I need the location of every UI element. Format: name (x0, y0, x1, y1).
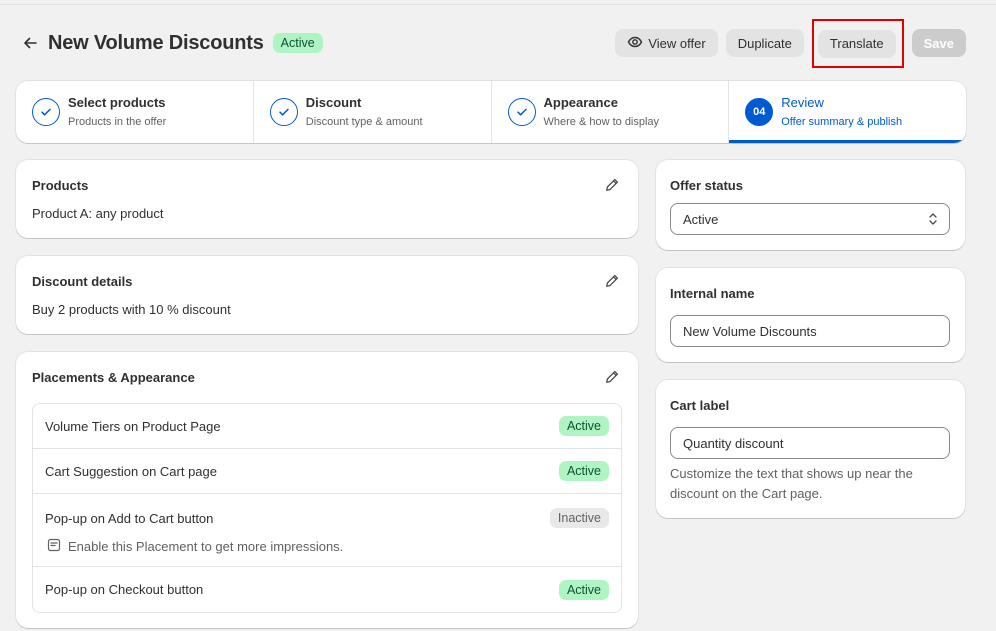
edit-pencil-icon[interactable] (604, 177, 620, 193)
products-card: Products Product A: any product (16, 160, 638, 238)
placement-name: Pop-up on Add to Cart button (45, 510, 214, 526)
progress-stepper: Select products Products in the offer Di… (16, 81, 966, 143)
status-badge: Active (272, 33, 323, 53)
internal-name-input[interactable]: New Volume Discounts (670, 315, 950, 347)
hint-text: Enable this Placement to get more impres… (68, 539, 344, 554)
placement-name: Cart Suggestion on Cart page (45, 463, 217, 479)
back-arrow-icon[interactable] (20, 33, 40, 53)
edit-pencil-icon[interactable] (604, 369, 620, 385)
status-badge: Active (558, 461, 609, 481)
eye-icon (627, 34, 643, 53)
discount-summary: Buy 2 products with 10 % discount (32, 302, 231, 317)
internal-name-card: Internal name New Volume Discounts (656, 268, 965, 362)
card-title: Offer status (670, 178, 743, 193)
input-value: Quantity discount (683, 435, 784, 451)
step-title: Appearance (543, 95, 618, 110)
step-number: 04 (745, 98, 774, 126)
top-divider (0, 0, 996, 5)
step-subtitle: Discount type & amount (305, 116, 423, 128)
offer-status-select[interactable]: Active (670, 203, 950, 235)
card-title: Internal name (670, 286, 755, 301)
status-badge: Inactive (549, 508, 609, 528)
check-circle-icon (269, 98, 298, 126)
step-appearance[interactable]: Appearance Where & how to display (492, 81, 730, 143)
placement-name: Volume Tiers on Product Page (45, 418, 221, 434)
view-offer-label: View offer (648, 35, 706, 51)
translate-highlight: Translate (811, 18, 904, 68)
status-badge: Active (558, 579, 609, 600)
cart-label-card: Cart label Quantity discount Customize t… (656, 380, 965, 518)
card-title: Discount details (32, 274, 133, 289)
edit-pencil-icon[interactable] (604, 273, 620, 289)
step-review[interactable]: 04 Review Offer summary & publish (729, 81, 966, 143)
selected-value: Active (683, 211, 719, 227)
card-title: Products (32, 178, 89, 193)
header-actions: View offer Duplicate Translate Save (615, 18, 966, 68)
page-header: New Volume Discounts Active View offer D… (20, 18, 966, 68)
step-select-products[interactable]: Select products Products in the offer (16, 81, 254, 143)
translate-button[interactable]: Translate (817, 29, 896, 58)
step-title: Review (781, 95, 824, 110)
list-item[interactable]: Cart Suggestion on Cart page Active (33, 449, 621, 494)
step-title: Discount (305, 95, 362, 110)
input-value: New Volume Discounts (683, 323, 817, 339)
placements-list: Volume Tiers on Product Page Active Cart… (32, 403, 622, 613)
note-icon (47, 538, 61, 555)
step-subtitle: Offer summary & publish (781, 116, 903, 128)
step-discount[interactable]: Discount Discount type & amount (254, 81, 492, 143)
placements-card: Placements & Appearance Volume Tiers on … (16, 352, 638, 628)
discount-details-card: Discount details Buy 2 products with 10 … (16, 256, 638, 334)
status-badge: Active (558, 416, 609, 436)
page-title: New Volume Discounts (48, 31, 264, 54)
card-title: Placements & Appearance (32, 370, 195, 385)
card-title: Cart label (670, 398, 730, 413)
view-offer-button[interactable]: View offer (615, 29, 718, 57)
cart-label-input[interactable]: Quantity discount (670, 427, 950, 459)
cart-label-help-text: Customize the text that shows up near th… (670, 466, 913, 501)
offer-status-card: Offer status Active (656, 160, 965, 250)
step-subtitle: Products in the offer (68, 116, 167, 128)
select-chevron-icon (927, 212, 939, 229)
step-subtitle: Where & how to display (543, 116, 660, 128)
save-button[interactable]: Save (911, 29, 966, 57)
products-summary: Product A: any product (32, 206, 164, 221)
list-item[interactable]: Volume Tiers on Product Page Active (33, 404, 621, 449)
placement-hint: Enable this Placement to get more impres… (47, 538, 609, 555)
check-circle-icon (32, 98, 60, 126)
placement-name: Pop-up on Checkout button (45, 582, 204, 597)
list-item[interactable]: Pop-up on Add to Cart button Inactive En… (33, 494, 621, 567)
duplicate-button[interactable]: Duplicate (725, 29, 804, 57)
list-item[interactable]: Pop-up on Checkout button Active (33, 567, 621, 612)
step-title: Select products (68, 95, 166, 110)
check-circle-icon (507, 98, 536, 126)
